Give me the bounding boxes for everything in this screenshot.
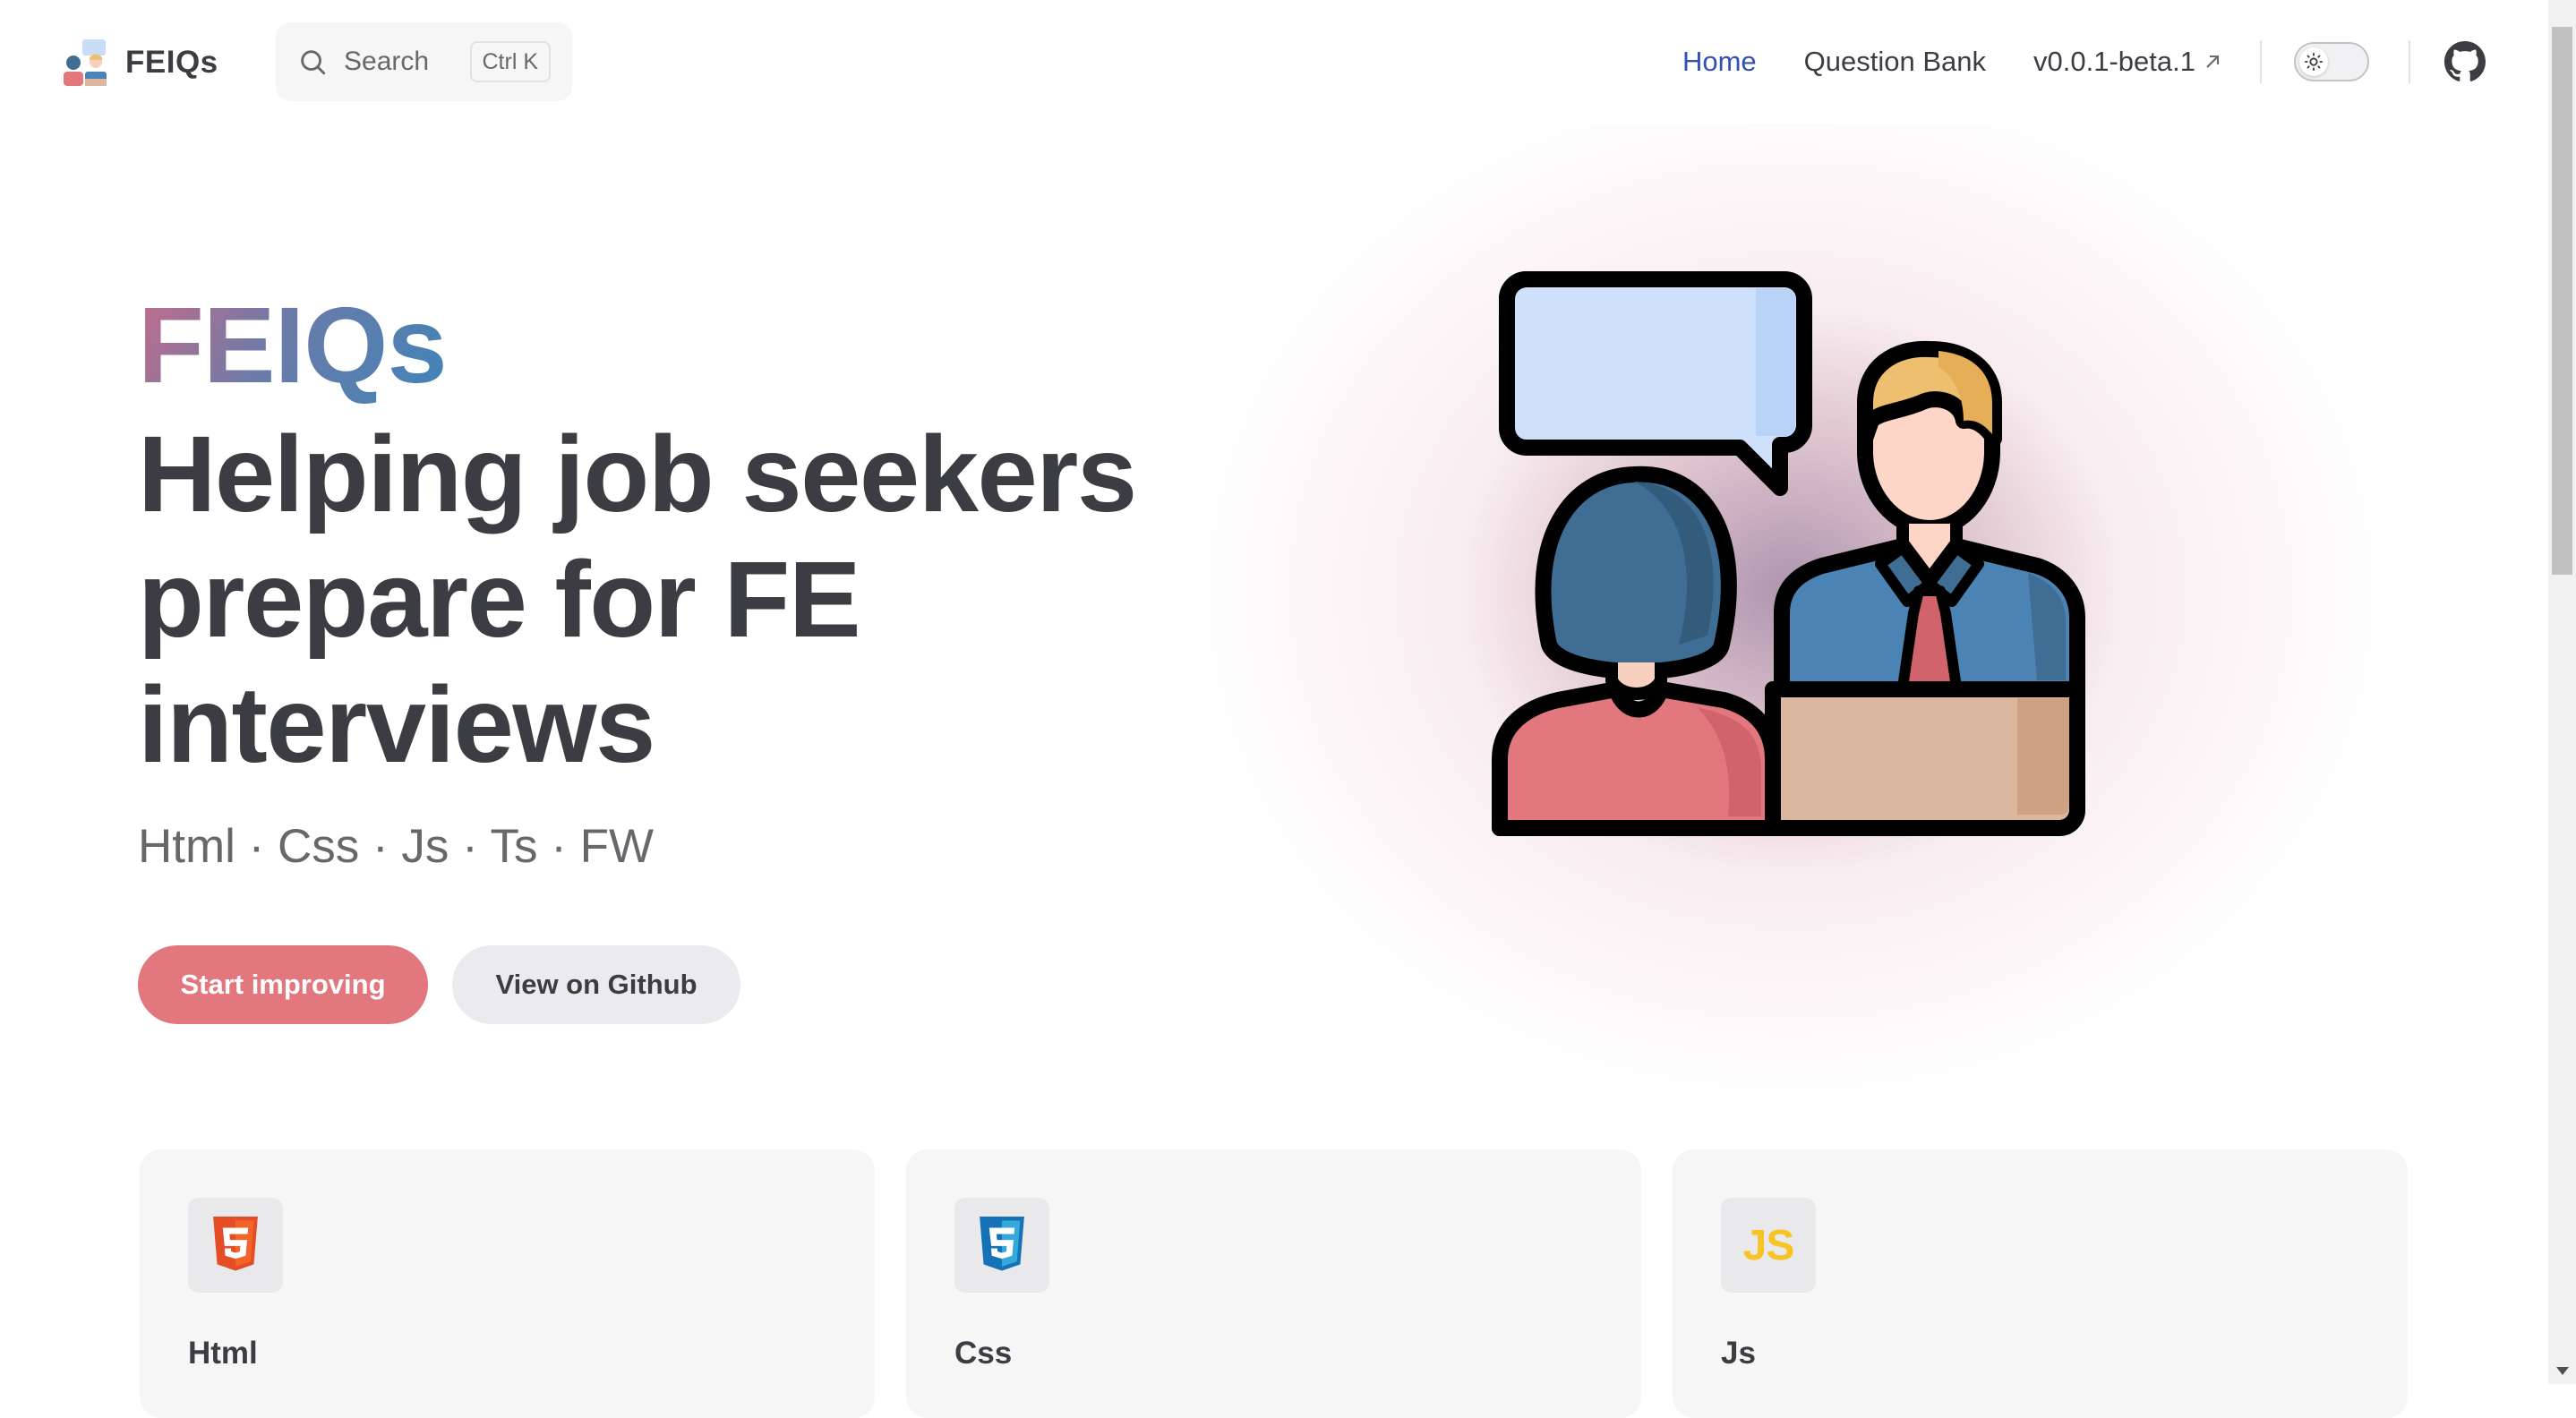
start-improving-button[interactable]: Start improving: [138, 945, 428, 1024]
nav-link-home[interactable]: Home: [1682, 46, 1757, 78]
feature-icon-box: [954, 1198, 1049, 1293]
view-on-github-button[interactable]: View on Github: [452, 945, 740, 1024]
theme-toggle-knob: [2299, 47, 2328, 76]
version-label: v0.0.1-beta.1: [2033, 46, 2195, 77]
feature-title: Js: [1721, 1336, 1756, 1371]
logo-icon: [64, 39, 107, 86]
js-icon: JS: [1742, 1221, 1795, 1269]
nav-menu: Home Question Bank v0.0.1-beta.1: [1682, 0, 2548, 124]
hero-tagline: Html · Css · Js · Ts · FW: [138, 820, 655, 873]
external-link-icon: [2206, 55, 2220, 68]
hero-name: FEIQs: [138, 284, 448, 406]
page-scrollbar[interactable]: [2548, 0, 2576, 1384]
feature-icon-box: JS: [1721, 1198, 1816, 1293]
navbar: FEIQs Search Ctrl K Home Question Bank v…: [0, 0, 2548, 124]
feature-card-js[interactable]: JS Js: [1673, 1149, 2408, 1418]
feature-card-css[interactable]: Css: [906, 1149, 1641, 1418]
nav-link-question-bank[interactable]: Question Bank: [1804, 46, 1986, 78]
feature-title: Html: [188, 1336, 258, 1371]
hero-actions: Start improving View on Github: [138, 945, 740, 1024]
feature-icon-box: [188, 1198, 283, 1293]
search-icon: [301, 50, 326, 75]
hero-text: Helping job seekers prepare for FE inter…: [138, 413, 1137, 785]
feature-title: Css: [954, 1336, 1013, 1371]
scroll-down-arrow-icon[interactable]: [2556, 1367, 2569, 1375]
search-shortcut: Ctrl K: [469, 41, 551, 82]
nav-divider: [2409, 40, 2410, 83]
scrollbar-thumb[interactable]: [2552, 27, 2572, 575]
search-label: Search: [344, 47, 430, 76]
brand-title: FEIQs: [125, 45, 218, 80]
theme-toggle[interactable]: [2294, 42, 2369, 81]
feature-card-html[interactable]: Html: [140, 1149, 875, 1418]
brand-link[interactable]: FEIQs: [61, 38, 218, 88]
search-button[interactable]: Search Ctrl K: [276, 22, 572, 101]
nav-link-version[interactable]: v0.0.1-beta.1: [2033, 46, 2221, 78]
interview-illustration: [1492, 271, 2085, 836]
github-icon: [2444, 41, 2486, 81]
sun-icon: [2304, 52, 2324, 72]
css3-icon: [980, 1217, 1024, 1271]
nav-divider: [2260, 40, 2262, 83]
github-link[interactable]: [2443, 39, 2487, 84]
html5-icon: [213, 1217, 258, 1271]
